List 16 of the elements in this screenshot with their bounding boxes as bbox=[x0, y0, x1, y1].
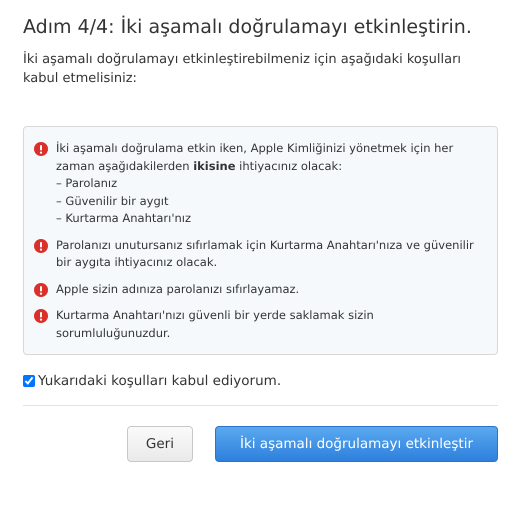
agree-checkbox[interactable] bbox=[23, 375, 35, 387]
list-item: – Güvenilir bir aygıt bbox=[56, 192, 170, 210]
warning-icon bbox=[34, 282, 48, 296]
warning-icon bbox=[34, 238, 48, 252]
warning-text: Parolanızı unutursanız sıfırlamak için Kurtarma Anahtarı'nıza ve güvenilir bir aygıta ihtiyacınız olacak. bbox=[56, 236, 475, 271]
page-title: Adım 4/4: İki aşamalı doğrulamayı etkinleştirin. bbox=[23, 14, 473, 40]
back-button[interactable]: Geri bbox=[126, 426, 193, 462]
list-item: – Kurtarma Anahtarı'nız bbox=[56, 210, 192, 227]
warning-text: Apple sizin adınıza parolanızı sıfırlayamaz. bbox=[56, 280, 300, 298]
intro-text: İki aşamalı doğrulamayı etkinleştirebilmeniz için aşağıdaki koşulları kabul etmelisiniz: bbox=[23, 50, 462, 88]
warning-text: İki aşamalı doğrulama etkin iken, Apple Kimliğinizi yönetmek için her zaman aşağıdakilerden ikisine ihtiyacınız olacak: bbox=[56, 140, 454, 174]
checkbox-label[interactable]: Yukarıdaki koşulları kabul ediyorum. bbox=[38, 373, 282, 389]
warning-text: Kurtarma Anahtarı'nızı güvenli bir yerde saklamak sizin sorumluluğunuzdur. bbox=[56, 307, 375, 342]
list-item: – Parolanız bbox=[56, 175, 118, 192]
warning-icon bbox=[34, 142, 48, 156]
warning-icon bbox=[34, 309, 48, 323]
